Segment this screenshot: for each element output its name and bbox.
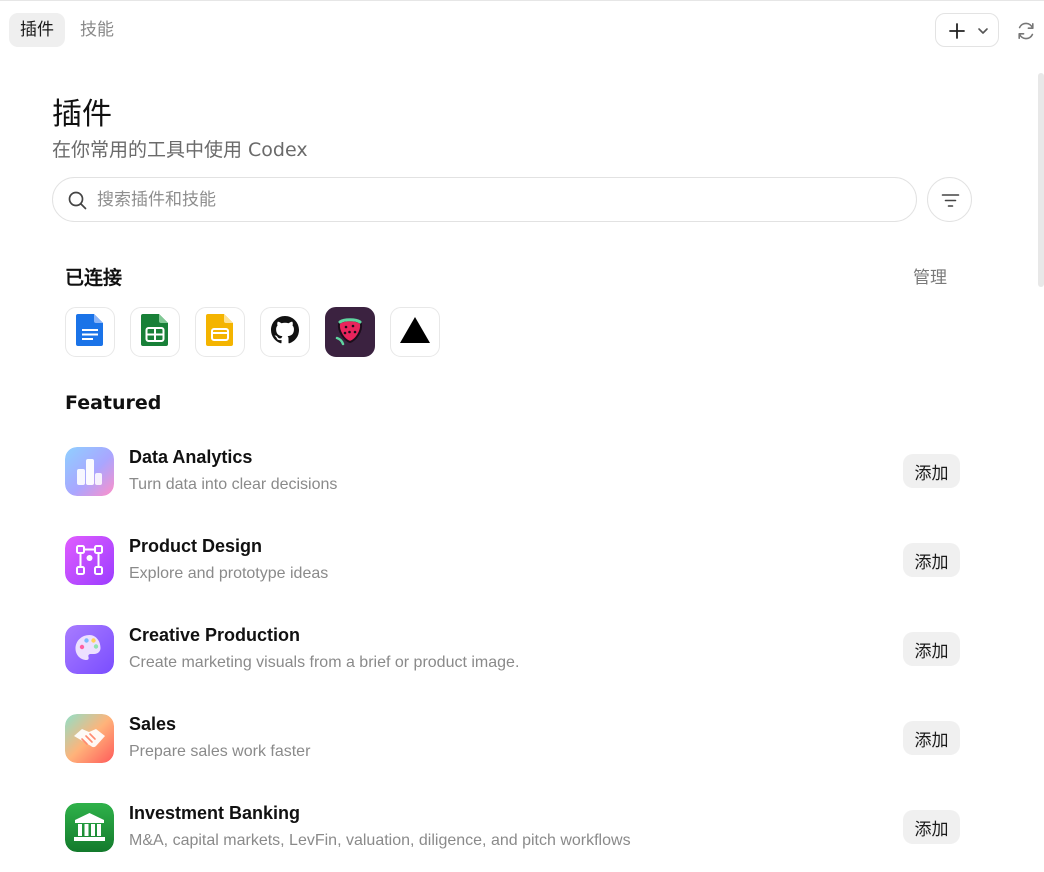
refresh-icon[interactable]: [1015, 20, 1037, 42]
plugin-description: Explore and prototype ideas: [129, 565, 329, 582]
plugin-item-product-design[interactable]: Product Design Explore and prototype ide…: [65, 536, 960, 596]
filter-button[interactable]: [927, 177, 972, 222]
page-subtitle: 在你常用的工具中使用 Codex: [52, 139, 308, 161]
add-button[interactable]: 添加: [903, 454, 960, 488]
add-button[interactable]: 添加: [903, 632, 960, 666]
connected-app-vercel[interactable]: [390, 307, 440, 357]
tab-bar: 插件 技能: [0, 1, 1044, 61]
chevron-down-icon: [976, 24, 990, 43]
plugin-name: Sales: [129, 714, 177, 734]
plugin-name: Product Design: [129, 536, 263, 556]
featured-section-title: Featured: [65, 392, 162, 414]
vercel-icon: [399, 316, 431, 349]
strawberry-app-icon: [333, 313, 367, 352]
github-icon: [271, 315, 299, 349]
plugin-description: Turn data into clear decisions: [129, 476, 338, 493]
add-button[interactable]: 添加: [903, 543, 960, 577]
connected-app-github[interactable]: [260, 307, 310, 357]
search-icon: [67, 190, 88, 216]
connected-section-title: 已连接: [65, 267, 123, 289]
plus-icon: [947, 21, 967, 46]
plugin-item-creative-production[interactable]: Creative Production Create marketing vis…: [65, 625, 960, 685]
plugin-description: M&A, capital markets, LevFin, valuation,…: [129, 832, 631, 849]
connected-app-strawberry[interactable]: [325, 307, 375, 357]
plugin-description: Create marketing visuals from a brief or…: [129, 654, 520, 671]
plugin-description: Prepare sales work faster: [129, 743, 311, 760]
handshake-icon: [65, 714, 114, 763]
flow-diagram-icon: [65, 536, 114, 585]
connected-app-sheets[interactable]: [130, 307, 180, 357]
connected-app-slides[interactable]: [195, 307, 245, 357]
palette-icon: [65, 625, 114, 674]
plugin-name: Creative Production: [129, 625, 301, 645]
plugin-name: Investment Banking: [129, 803, 301, 823]
add-button[interactable]: 添加: [903, 810, 960, 844]
bank-icon: [65, 803, 114, 852]
google-slides-icon: [205, 313, 235, 352]
google-docs-icon: [75, 313, 105, 352]
scrollbar[interactable]: [1038, 73, 1044, 287]
tab-plugins[interactable]: 插件: [9, 13, 65, 47]
tab-skills[interactable]: 技能: [69, 13, 125, 47]
connected-app-docs[interactable]: [65, 307, 115, 357]
new-menu-button[interactable]: [935, 13, 999, 47]
plugin-name: Data Analytics: [129, 447, 253, 467]
plugin-item-data-analytics[interactable]: Data Analytics Turn data into clear deci…: [65, 447, 960, 507]
search-bar[interactable]: [52, 177, 917, 222]
page-title: 插件: [52, 97, 112, 132]
plugins-window: 插件 技能 插件 在你常用的工具中使用 Codex 搜索插件和技能 已连接 管理…: [0, 0, 1044, 872]
plugin-item-investment-banking[interactable]: Investment Banking M&A, capital markets,…: [65, 803, 960, 863]
manage-link[interactable]: 管理: [913, 263, 947, 288]
add-button[interactable]: 添加: [903, 721, 960, 755]
bar-chart-icon: [65, 447, 114, 496]
google-sheets-icon: [140, 313, 170, 352]
search-input[interactable]: [97, 178, 897, 221]
plugin-item-sales[interactable]: Sales Prepare sales work faster 添加: [65, 714, 960, 774]
